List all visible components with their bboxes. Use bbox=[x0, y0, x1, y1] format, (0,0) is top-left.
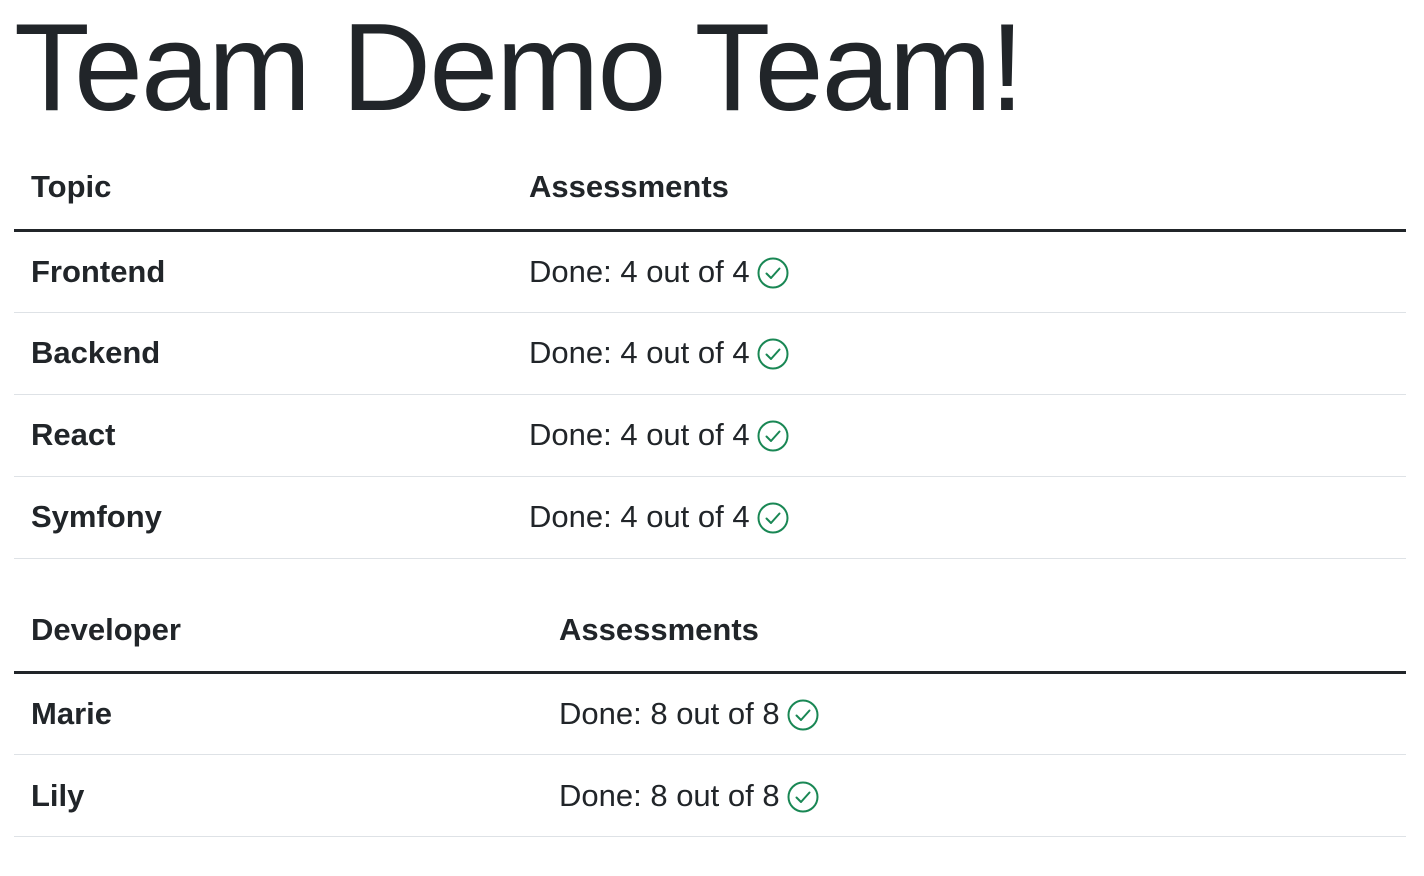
assessments-column-header: Assessments bbox=[512, 146, 1406, 232]
assessment-status: Done: 4 out of 4 bbox=[529, 253, 750, 289]
assessment-status: Done: 4 out of 4 bbox=[529, 335, 750, 370]
topic-name: Backend bbox=[14, 312, 512, 395]
assessment-status-cell: Done: 4 out of 4 bbox=[512, 312, 1406, 395]
assessment-status: Done: 8 out of 8 bbox=[559, 696, 780, 731]
topic-name: React bbox=[14, 394, 512, 477]
topic-name: Symfony bbox=[14, 476, 512, 559]
assessment-status-cell: Done: 8 out of 8 bbox=[542, 672, 1406, 755]
team-page: Team Demo Team! Topic Assessments Fronte… bbox=[0, 0, 1424, 876]
check-circle-icon bbox=[756, 501, 790, 535]
assessment-status-cell: Done: 4 out of 4 bbox=[512, 230, 1406, 313]
developer-name: Marie bbox=[14, 672, 542, 755]
assessment-status: Done: 8 out of 8 bbox=[559, 777, 780, 813]
check-circle-icon bbox=[786, 780, 820, 814]
table-row: Symfony Done: 4 out of 4 bbox=[14, 476, 1406, 559]
topic-column-header: Topic bbox=[14, 146, 512, 232]
assessments-column-header: Assessments bbox=[542, 588, 1406, 674]
topic-name: Frontend bbox=[14, 230, 512, 313]
assessment-status-cell: Done: 8 out of 8 bbox=[542, 754, 1406, 837]
table-row: Frontend Done: 4 out of 4 bbox=[14, 230, 1406, 313]
table-row: Backend Done: 4 out of 4 bbox=[14, 312, 1406, 395]
assessment-status-cell: Done: 4 out of 4 bbox=[512, 476, 1406, 559]
check-circle-icon bbox=[756, 337, 790, 371]
table-row: Lily Done: 8 out of 8 bbox=[14, 754, 1406, 837]
developer-name: Lily bbox=[14, 754, 542, 837]
page-title: Team Demo Team! bbox=[14, 0, 1024, 137]
check-circle-icon bbox=[786, 698, 820, 732]
assessment-status: Done: 4 out of 4 bbox=[529, 499, 750, 534]
developer-column-header: Developer bbox=[14, 588, 542, 674]
check-circle-icon bbox=[756, 256, 790, 290]
developers-table: Developer Assessments Marie Done: 8 out … bbox=[14, 588, 1406, 837]
assessment-status: Done: 4 out of 4 bbox=[529, 417, 750, 452]
table-header-row: Developer Assessments bbox=[14, 588, 1406, 674]
topics-table: Topic Assessments Frontend Done: 4 out o… bbox=[14, 146, 1406, 559]
table-row: React Done: 4 out of 4 bbox=[14, 394, 1406, 477]
table-row: Marie Done: 8 out of 8 bbox=[14, 672, 1406, 755]
assessment-status-cell: Done: 4 out of 4 bbox=[512, 394, 1406, 477]
table-header-row: Topic Assessments bbox=[14, 146, 1406, 232]
check-circle-icon bbox=[756, 419, 790, 453]
